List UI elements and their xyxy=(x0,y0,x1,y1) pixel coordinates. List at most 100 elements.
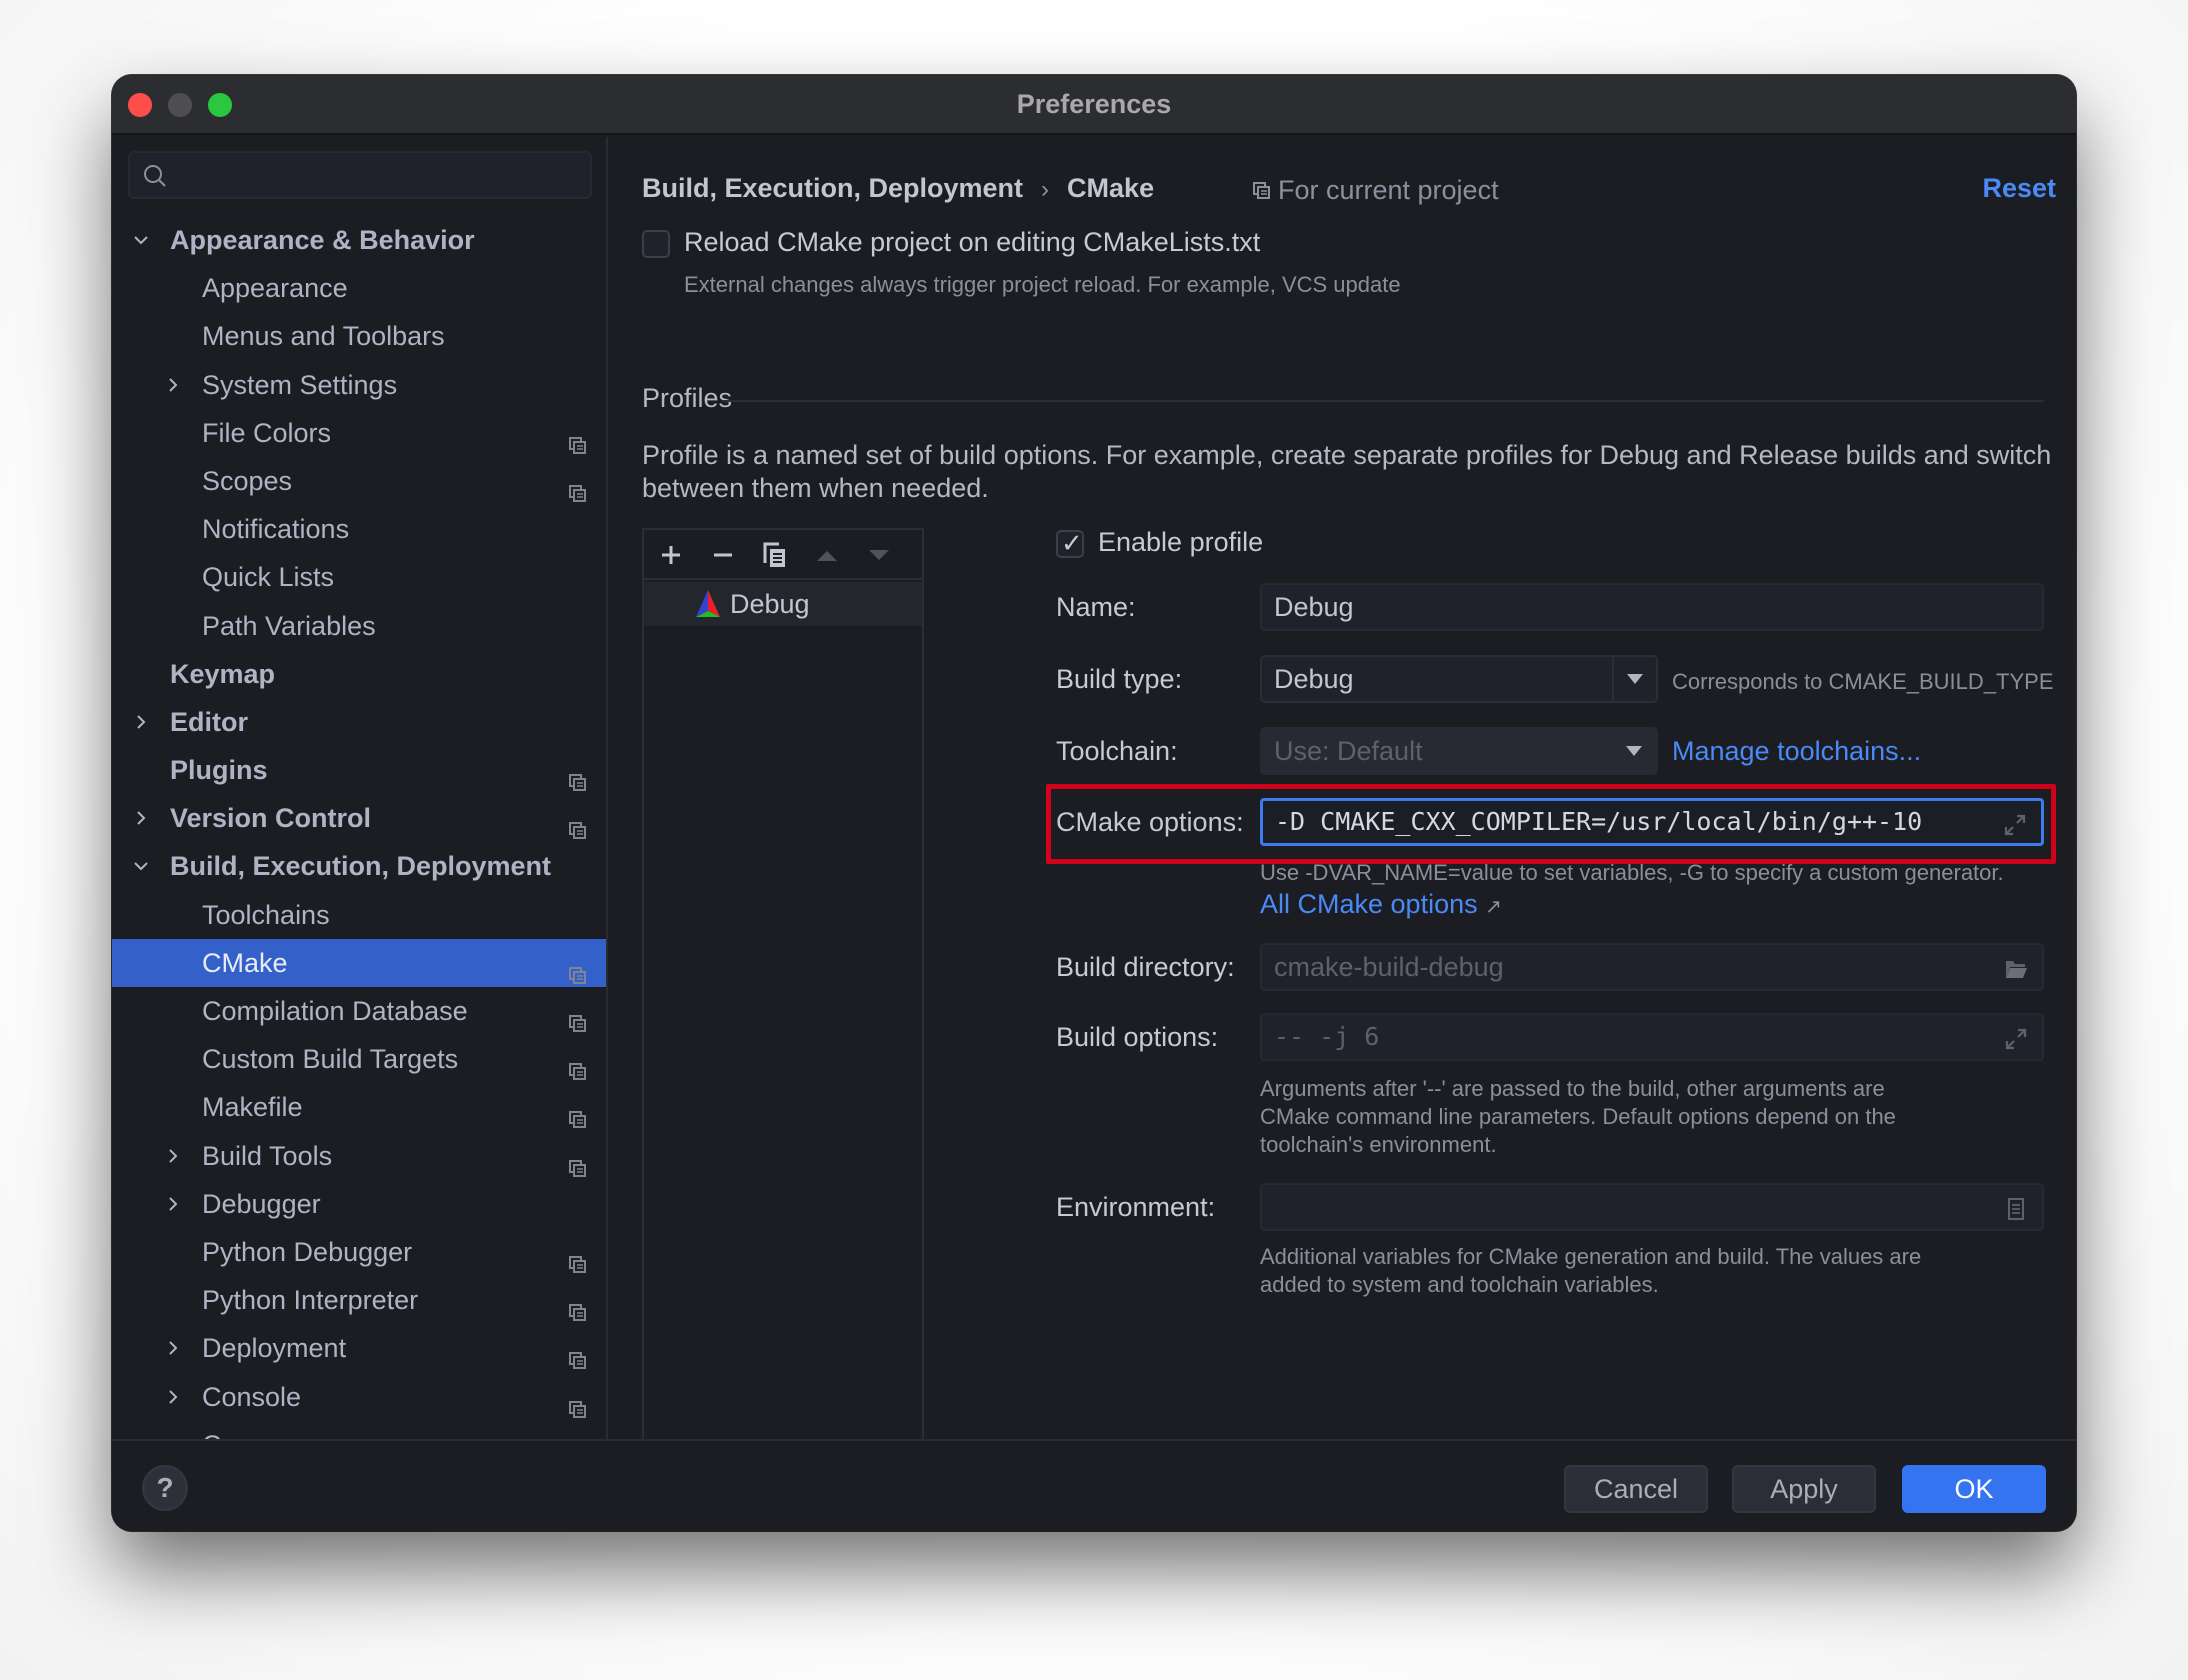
all-cmake-options-link[interactable]: All CMake options ↗ xyxy=(1260,889,1502,920)
sidebar-item-label: Deployment xyxy=(202,1333,347,1364)
sidebar-item-quick-lists[interactable]: Quick Lists xyxy=(112,553,606,601)
sidebar-item-appearance-behavior[interactable]: Appearance & Behavior xyxy=(112,216,606,264)
reset-link[interactable]: Reset xyxy=(1982,173,2056,204)
help-button[interactable]: ? xyxy=(142,1465,188,1511)
sidebar-item-editor[interactable]: Editor xyxy=(112,698,606,746)
chevron-down-icon[interactable] xyxy=(130,842,152,890)
sidebar-item-path-variables[interactable]: Path Variables xyxy=(112,602,606,650)
sidebar-item-scopes[interactable]: Scopes xyxy=(112,457,606,505)
sidebar-item-deployment[interactable]: Deployment xyxy=(112,1324,606,1372)
cmake-options-input[interactable]: -D CMAKE_CXX_COMPILER=/usr/local/bin/g++… xyxy=(1260,798,2044,846)
sidebar-item-label: CMake xyxy=(202,947,288,978)
project-level-icon xyxy=(568,1049,588,1081)
build-directory-input[interactable]: cmake-build-debug xyxy=(1260,943,2044,991)
sidebar-item-python-debugger[interactable]: Python Debugger xyxy=(112,1228,606,1276)
settings-search-input[interactable] xyxy=(128,151,592,199)
sidebar-item-console[interactable]: Console xyxy=(112,1373,606,1421)
move-down-button[interactable] xyxy=(862,538,896,572)
move-up-button[interactable] xyxy=(810,538,844,572)
sidebar-item-label: Build Tools xyxy=(202,1140,333,1171)
chevron-right-icon[interactable] xyxy=(130,794,152,842)
sidebar-item-keymap[interactable]: Keymap xyxy=(112,650,606,698)
cmake-options-hint: Use -DVAR_NAME=value to set variables, -… xyxy=(1260,860,2004,885)
sidebar-item-label: Keymap xyxy=(170,658,276,689)
sidebar-item-custom-build-targets[interactable]: Custom Build Targets xyxy=(112,1035,606,1083)
build-options-input[interactable]: -- -j 6 xyxy=(1260,1013,2044,1061)
add-profile-button[interactable] xyxy=(654,538,688,572)
sidebar-item-file-colors[interactable]: File Colors xyxy=(112,409,606,457)
build-options-label: Build options: xyxy=(1056,1022,1219,1052)
sidebar-item-notifications[interactable]: Notifications xyxy=(112,505,606,553)
chevron-down-icon[interactable] xyxy=(130,216,152,264)
profiles-toolbar xyxy=(644,530,922,580)
sidebar-item-build-execution-deployment[interactable]: Build, Execution, Deployment xyxy=(112,842,606,890)
search-icon xyxy=(144,165,166,187)
toolchain-value: Use: Default xyxy=(1274,736,1423,766)
edit-list-icon[interactable] xyxy=(2004,1197,2028,1221)
sidebar-item-label: Debugger xyxy=(202,1188,321,1219)
profiles-section-title: Profiles xyxy=(642,383,733,413)
sidebar-item-cmake[interactable]: CMake xyxy=(112,938,606,987)
breadcrumb-current: CMake xyxy=(1067,173,1155,203)
sidebar-item-menus-and-toolbars[interactable]: Menus and Toolbars xyxy=(112,312,606,360)
toolchain-label: Toolchain: xyxy=(1056,736,1178,766)
profile-item-debug[interactable]: Debug xyxy=(644,582,922,626)
sidebar-item-system-settings[interactable]: System Settings xyxy=(112,361,606,409)
cancel-button[interactable]: Cancel xyxy=(1564,1465,1708,1513)
build-type-label: Build type: xyxy=(1056,664,1183,694)
sidebar-item-version-control[interactable]: Version Control xyxy=(112,794,606,842)
sidebar-item-python-interpreter[interactable]: Python Interpreter xyxy=(112,1276,606,1324)
project-level-icon xyxy=(568,1387,588,1418)
chevron-right-icon[interactable] xyxy=(162,1324,184,1372)
project-level-icon xyxy=(568,1097,588,1129)
sidebar-item-build-tools[interactable]: Build Tools xyxy=(112,1132,606,1180)
sidebar-item-label: Toolchains xyxy=(202,899,330,930)
chevron-right-icon[interactable] xyxy=(130,698,152,746)
copy-profile-button[interactable] xyxy=(758,538,792,572)
chevron-right-icon[interactable] xyxy=(162,1373,184,1421)
sidebar-item-debugger[interactable]: Debugger xyxy=(112,1180,606,1228)
sidebar-item-coverage[interactable]: Coverage xyxy=(112,1421,606,1439)
dialog-footer: ? Cancel Apply OK xyxy=(112,1439,2076,1531)
sidebar-item-plugins[interactable]: Plugins xyxy=(112,746,606,794)
chevron-right-icon[interactable] xyxy=(162,1180,184,1228)
environment-input[interactable] xyxy=(1260,1183,2044,1231)
minus-icon xyxy=(714,553,732,557)
sidebar-item-label: Path Variables xyxy=(202,610,376,641)
project-level-icon xyxy=(568,760,588,792)
remove-profile-button[interactable] xyxy=(706,538,740,572)
all-cmake-options-label: All CMake options xyxy=(1260,889,1478,919)
project-level-icon xyxy=(568,953,588,984)
reload-cmake-checkbox[interactable] xyxy=(642,230,670,258)
expand-icon[interactable] xyxy=(2003,813,2027,837)
folder-icon[interactable] xyxy=(2004,957,2028,981)
project-level-icon xyxy=(568,1242,588,1273)
sidebar-item-label: Appearance xyxy=(202,273,348,304)
enable-profile-label[interactable]: Enable profile xyxy=(1098,527,1263,558)
build-type-select[interactable]: Debug xyxy=(1260,655,1658,703)
expand-icon[interactable] xyxy=(2004,1027,2028,1051)
sidebar-item-label: Plugins xyxy=(170,755,268,786)
manage-toolchains-link[interactable]: Manage toolchains... xyxy=(1672,736,1921,767)
sidebar-item-makefile[interactable]: Makefile xyxy=(112,1083,606,1131)
apply-button[interactable]: Apply xyxy=(1732,1465,1876,1513)
settings-sidebar: Appearance & Behavior Appearance Menus and… xyxy=(112,137,608,1439)
sidebar-item-label: Menus and Toolbars xyxy=(202,321,445,352)
enable-profile-checkbox[interactable] xyxy=(1056,528,1084,559)
breadcrumb-parent[interactable]: Build, Execution, Deployment xyxy=(642,173,1023,203)
toolchain-select[interactable]: Use: Default xyxy=(1260,727,1658,775)
preferences-window: Preferences Appearance & Behavior Appeara… xyxy=(112,75,2076,1531)
profile-name-input[interactable]: Debug xyxy=(1260,583,2044,631)
sidebar-item-toolchains[interactable]: Toolchains xyxy=(112,891,606,939)
ok-button[interactable]: OK xyxy=(1902,1465,2046,1513)
project-level-icon xyxy=(568,471,588,502)
sidebar-item-compilation-database[interactable]: Compilation Database xyxy=(112,987,606,1035)
build-directory-label: Build directory: xyxy=(1056,952,1235,982)
dropdown-arrow-icon xyxy=(1612,657,1656,701)
chevron-right-icon[interactable] xyxy=(162,1132,184,1180)
settings-content: Build, Execution, Deployment › CMake For c… xyxy=(610,137,2076,1480)
sidebar-item-appearance[interactable]: Appearance xyxy=(112,264,606,312)
reload-cmake-label[interactable]: Reload CMake project on editing CMakeLis… xyxy=(684,227,1260,258)
chevron-right-icon[interactable] xyxy=(162,361,184,409)
sidebar-item-label: Python Interpreter xyxy=(202,1285,419,1316)
